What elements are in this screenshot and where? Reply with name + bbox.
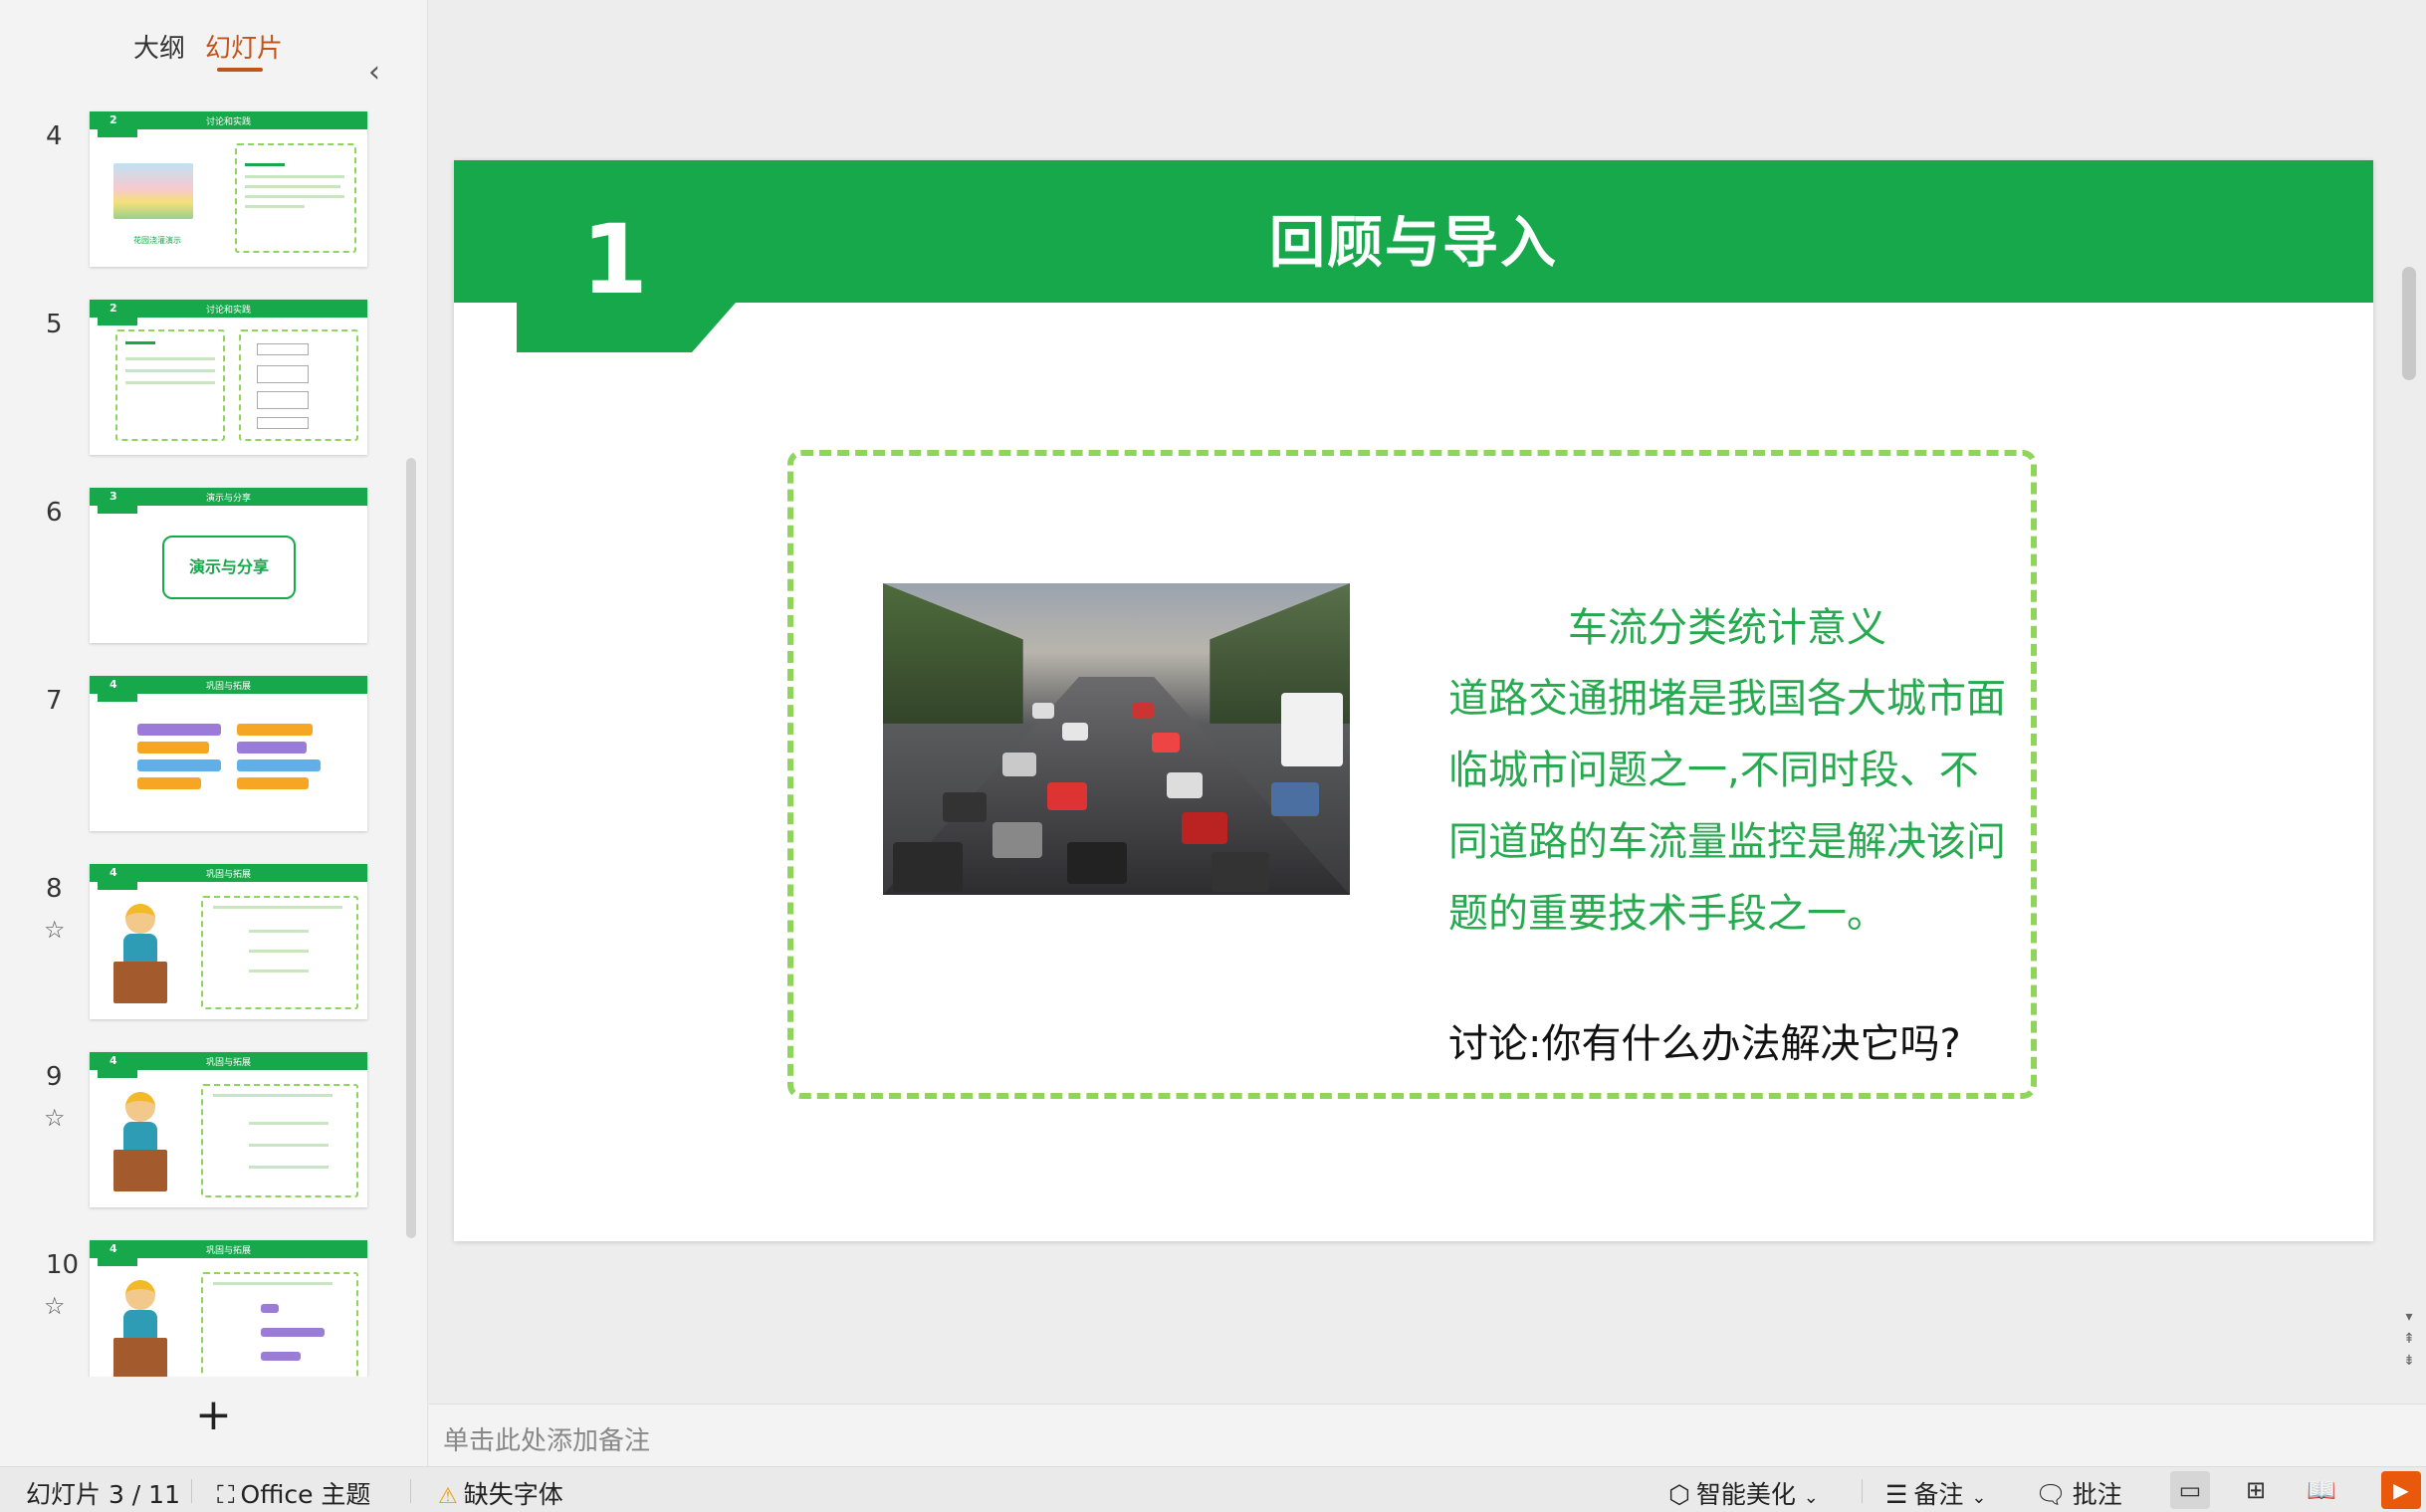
notes-placeholder[interactable]: 单击此处添加备注 [443,1420,650,1457]
star-icon[interactable]: ☆ [44,1292,66,1320]
cartoon-boy-image [113,904,167,1007]
cartoon-boy-image [113,1092,167,1195]
cartoon-boy-image [113,1280,167,1377]
slide-panel: 大纲 幻灯片 ‹ 4 2 讨论和实践 花园浇灌演示 5 2讨论和实践 6 3 演… [0,0,428,1466]
thumbnail-row: 7 4 巩固与拓展 [0,672,428,859]
garden-image [113,163,193,219]
notes-icon: ☰ [1885,1480,1908,1509]
thumbnail-number: 10 [46,1250,80,1280]
slide-thumbnail-7[interactable]: 4 巩固与拓展 [90,676,367,831]
thumbnail-caption: 花园浇灌演示 [133,236,181,245]
chevron-left-icon[interactable]: ‹ [368,58,380,88]
notes-button[interactable]: ☰ 备注 ⌄ [1885,1475,1986,1511]
traffic-photo[interactable] [883,583,1350,895]
next-slide-icon[interactable]: ⇟ [2400,1350,2418,1372]
content-dashed-box: 车流分类统计意义 道路交通拥堵是我国各大城市面临城市问题之一,不同时段、不同道路… [787,450,2037,1099]
tab-slides[interactable]: 幻灯片 [205,28,283,72]
thumbnail-number: 8 [46,874,63,904]
slide-counter: 幻灯片 3 / 11 [26,1480,180,1509]
warning-icon: ⚠ [438,1484,458,1509]
chevron-down-icon: ⌄ [1971,1487,1987,1508]
reading-view-icon[interactable]: 📖 [2302,1471,2341,1509]
panel-scrollbar[interactable] [406,458,416,1238]
slide-thumbnail-10[interactable]: 4 巩固与拓展 [90,1240,367,1377]
slide-title: 回顾与导入 [1269,211,1558,276]
thumbnail-list: 4 2 讨论和实践 花园浇灌演示 5 2 讨论和实践 6 3 演示与分享 演示与… [0,108,428,1377]
star-icon[interactable]: ☆ [44,916,66,944]
slide-thumbnail-6[interactable]: 3 演示与分享 演示与分享 [90,488,367,643]
theme-icon: ⛶ [217,1480,235,1509]
thumbnail-row: 10 ☆ 4 巩固与拓展 [0,1236,428,1377]
theme-button[interactable]: ⛶ Office 主题 [217,1475,370,1511]
smart-beautify-button[interactable]: ⬡ 智能美化 ⌄ [1668,1475,1819,1511]
comment-icon: 🗨 [2035,1480,2067,1509]
play-slideshow-icon[interactable]: ▶ [2381,1471,2421,1509]
chevron-down-icon: ⌄ [1803,1487,1819,1508]
slide-editor: 1 回顾与导入 车流分类统计意义 道路交通拥堵是我国各大城市面临城市问题之一,不… [429,0,2426,1404]
normal-view-icon[interactable]: ▭ [2170,1471,2210,1509]
slide-thumbnail-9[interactable]: 4 巩固与拓展 [90,1052,367,1207]
slide-thumbnail-4[interactable]: 2 讨论和实践 花园浇灌演示 [90,111,367,267]
share-button-shape: 演示与分享 [162,536,296,599]
editor-scrollbar[interactable] [2402,267,2416,380]
tab-outline[interactable]: 大纲 [133,28,185,65]
thumbnail-row: 8 ☆ 4 巩固与拓展 [0,860,428,1047]
text-heading: 车流分类统计意义 [1568,605,1886,651]
grid-view-icon[interactable]: ⊞ [2236,1471,2276,1509]
thumbnail-row: 6 3 演示与分享 演示与分享 [0,484,428,671]
missing-font-button[interactable]: ⚠ 缺失字体 [438,1475,563,1511]
status-bar: 幻灯片 3 / 11 ⛶ Office 主题 ⚠ 缺失字体 ⬡ 智能美化 ⌄ ☰ 备注 … [0,1466,2426,1512]
thumbnail-number: 4 [46,121,63,151]
thumbnail-number: 7 [46,686,63,716]
thumbnail-number: 9 [46,1062,63,1092]
thumbnail-number: 6 [46,498,63,528]
slide-thumbnail-8[interactable]: 4 巩固与拓展 [90,864,367,1019]
plus-icon[interactable]: + [195,1394,232,1437]
cube-icon: ⬡ [1668,1480,1690,1509]
thumbnail-row: 9 ☆ 4 巩固与拓展 [0,1048,428,1235]
comments-button[interactable]: 🗨 批注 [2035,1475,2122,1511]
notes-pane[interactable]: 单击此处添加备注 [429,1404,2426,1466]
panel-tabs: 大纲 幻灯片 ‹ [0,28,428,88]
thumbnail-number: 5 [46,310,63,339]
thumbnail-row: 4 2 讨论和实践 花园浇灌演示 [0,108,428,295]
thumbnail-row: 5 2 讨论和实践 [0,296,428,483]
star-icon[interactable]: ☆ [44,1104,66,1132]
scroll-arrows[interactable]: ▾ ⇞ ⇟ [2400,1306,2418,1372]
current-slide[interactable]: 1 回顾与导入 车流分类统计意义 道路交通拥堵是我国各大城市面临城市问题之一,不… [454,160,2373,1241]
discussion-question[interactable]: 讨论:你有什么办法解决它吗? [1448,1011,1961,1069]
slide-text-block[interactable]: 车流分类统计意义 道路交通拥堵是我国各大城市面临城市问题之一,不同时段、不同道路… [1448,593,2006,950]
previous-slide-icon[interactable]: ⇞ [2400,1328,2418,1350]
text-paragraph: 道路交通拥堵是我国各大城市面临城市问题之一,不同时段、不同道路的车流量监控是解决… [1448,676,2006,937]
slide-thumbnail-5[interactable]: 2 讨论和实践 [90,300,367,455]
scroll-down-icon[interactable]: ▾ [2400,1306,2418,1328]
